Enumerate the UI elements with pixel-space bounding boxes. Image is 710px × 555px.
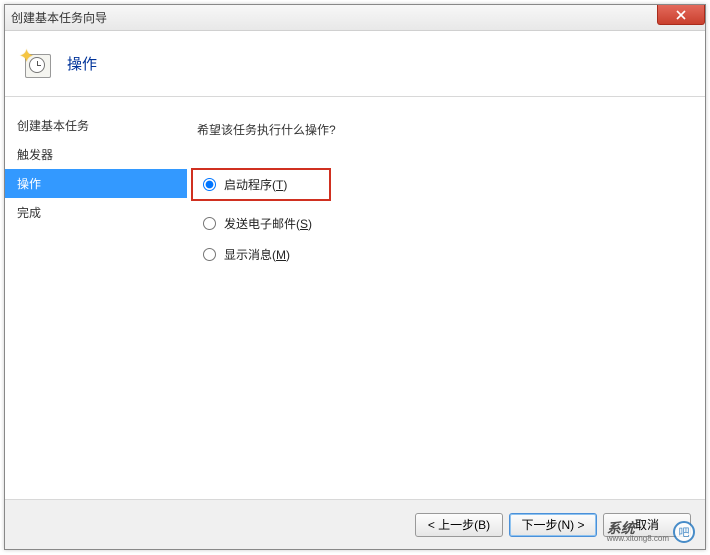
back-button[interactable]: < 上一步(B) xyxy=(415,513,503,537)
option-start-program[interactable]: 启动程序(T) xyxy=(191,168,331,201)
label-start-program: 启动程序(T) xyxy=(224,176,287,193)
radio-send-email[interactable] xyxy=(203,217,216,230)
wizard-header: ✦ 操作 xyxy=(5,31,705,97)
sidebar-item-trigger[interactable]: 触发器 xyxy=(5,140,187,169)
task-scheduler-icon: ✦ xyxy=(21,48,53,80)
sidebar-item-action[interactable]: 操作 xyxy=(5,169,187,198)
option-send-email[interactable]: 发送电子邮件(S) xyxy=(203,215,685,232)
radio-show-message[interactable] xyxy=(203,248,216,261)
window-title: 创建基本任务向导 xyxy=(11,9,107,26)
cancel-button[interactable]: 取消 xyxy=(603,513,691,537)
action-prompt: 希望该任务执行什么操作? xyxy=(197,121,685,138)
sidebar-item-finish[interactable]: 完成 xyxy=(5,198,187,227)
option-show-message[interactable]: 显示消息(M) xyxy=(203,246,685,263)
next-button[interactable]: 下一步(N) > xyxy=(509,513,597,537)
label-send-email: 发送电子邮件(S) xyxy=(224,215,312,232)
close-icon xyxy=(676,10,686,20)
page-title: 操作 xyxy=(67,53,97,74)
wizard-body: 创建基本任务 触发器 操作 完成 希望该任务执行什么操作? 启动程序(T) 发送… xyxy=(5,97,705,499)
radio-start-program[interactable] xyxy=(203,178,216,191)
titlebar: 创建基本任务向导 xyxy=(5,5,705,31)
label-show-message: 显示消息(M) xyxy=(224,246,290,263)
close-button[interactable] xyxy=(657,5,705,25)
wizard-steps-sidebar: 创建基本任务 触发器 操作 完成 xyxy=(5,97,187,499)
wizard-content: 希望该任务执行什么操作? 启动程序(T) 发送电子邮件(S) 显示消息(M) xyxy=(187,97,705,499)
sidebar-item-create-task[interactable]: 创建基本任务 xyxy=(5,111,187,140)
action-options: 启动程序(T) 发送电子邮件(S) 显示消息(M) xyxy=(203,168,685,263)
wizard-footer: < 上一步(B) 下一步(N) > 取消 系统 www.xitong8.com … xyxy=(5,499,705,549)
wizard-window: 创建基本任务向导 ✦ 操作 创建基本任务 触发器 操作 完成 希望该任务执行什么… xyxy=(4,4,706,550)
